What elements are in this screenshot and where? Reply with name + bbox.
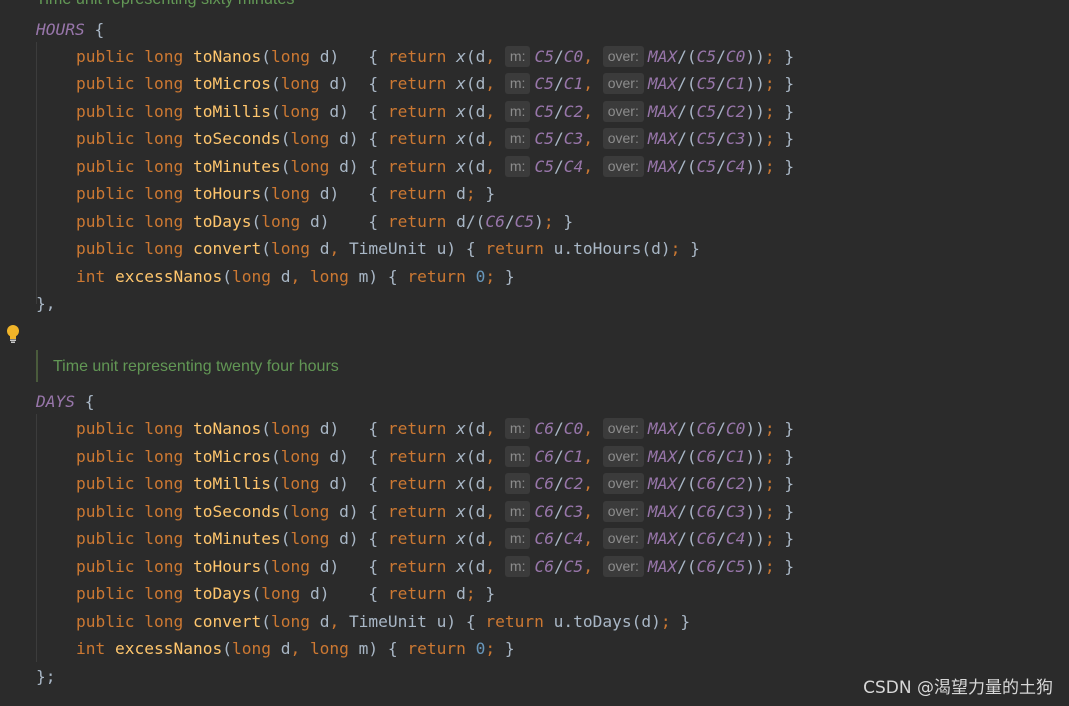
code-line: public long toNanos(long d) { return x(d… <box>76 46 795 67</box>
method-name: toNanos <box>192 419 262 438</box>
param-hint-m: m: <box>504 528 531 549</box>
enum-constant-hours: HOURS <box>36 20 85 39</box>
code-line: public long toHours(long d) { return d; … <box>76 184 496 203</box>
method-name: toMicros <box>192 447 271 466</box>
param-hint-m: m: <box>504 156 531 177</box>
param-hint-over: over: <box>602 73 644 94</box>
method-name: toDays <box>192 212 252 231</box>
watermark: CSDN @渴望力量的土狗 <box>863 678 1053 698</box>
param-hint-m: m: <box>504 46 531 67</box>
code-line: public long toNanos(long d) { return x(d… <box>76 418 795 439</box>
code-line: public long toSeconds(long d) { return x… <box>76 501 795 522</box>
param-hint-over: over: <box>602 446 644 467</box>
code-line: }, <box>36 294 56 313</box>
param-hint-m: m: <box>504 128 531 149</box>
code-line: int excessNanos(long d, long m) { return… <box>76 267 515 286</box>
doc-comment-bar <box>36 350 38 382</box>
code-line: public long toDays(long d) { return d/(C… <box>76 212 574 231</box>
code-line: public long toMillis(long d) { return x(… <box>76 473 795 494</box>
code-line: int excessNanos(long d, long m) { return… <box>76 639 515 658</box>
method-name: toHours <box>192 557 262 576</box>
code-line: public long toMinutes(long d) { return x… <box>76 528 795 549</box>
param-hint-m: m: <box>504 73 531 94</box>
param-hint-m: m: <box>504 446 531 467</box>
method-name: toHours <box>192 184 262 203</box>
method-name: toMicros <box>192 74 271 93</box>
param-hint-over: over: <box>602 528 644 549</box>
code-line: public long toMicros(long d) { return x(… <box>76 446 795 467</box>
method-name: excessNanos <box>115 639 223 658</box>
param-hint-over: over: <box>602 418 644 439</box>
code-line: public long toSeconds(long d) { return x… <box>76 128 795 149</box>
param-hint-over: over: <box>602 156 644 177</box>
enum-constant-days: DAYS <box>36 392 75 411</box>
lightbulb-intention-icon[interactable] <box>5 324 21 344</box>
code-line: public long toMillis(long d) { return x(… <box>76 101 795 122</box>
param-hint-over: over: <box>602 128 644 149</box>
param-hint-over: over: <box>602 501 644 522</box>
code-line: HOURS { <box>36 20 105 39</box>
method-name: toSeconds <box>192 129 281 148</box>
code-line: public long convert(long d, TimeUnit u) … <box>76 612 691 631</box>
param-hint-m: m: <box>504 473 531 494</box>
code-editor[interactable]: Time unit representing sixty minutes HOU… <box>0 0 1069 706</box>
code-line: }; <box>36 667 56 686</box>
method-name: convert <box>192 612 262 631</box>
code-line: Time unit representing sixty minutes <box>36 0 295 13</box>
code-line: public long toDays(long d) { return d; } <box>76 584 496 603</box>
param-hint-over: over: <box>602 556 644 577</box>
code-line: public long convert(long d, TimeUnit u) … <box>76 239 700 258</box>
method-name: toSeconds <box>192 502 281 521</box>
code-line: public long toMicros(long d) { return x(… <box>76 73 795 94</box>
param-hint-over: over: <box>602 46 644 67</box>
indent-guide <box>36 42 37 304</box>
truncated-doc-text: Time unit representing sixty minutes <box>36 0 295 8</box>
method-name: toMillis <box>192 102 271 121</box>
doc-comment: Time unit representing twenty four hours <box>53 358 339 375</box>
method-name: toNanos <box>192 47 262 66</box>
code-line: public long toHours(long d) { return x(d… <box>76 556 795 577</box>
param-hint-over: over: <box>602 101 644 122</box>
method-name: convert <box>192 239 262 258</box>
code-line: public long toMinutes(long d) { return x… <box>76 156 795 177</box>
method-name: toMinutes <box>192 157 281 176</box>
method-name: toMillis <box>192 474 271 493</box>
param-hint-m: m: <box>504 101 531 122</box>
method-name: toMinutes <box>192 529 281 548</box>
method-name: toDays <box>192 584 252 603</box>
param-hint-m: m: <box>504 418 531 439</box>
method-name: excessNanos <box>115 267 223 286</box>
code-line: DAYS { <box>36 392 95 411</box>
indent-guide <box>36 414 37 662</box>
param-hint-m: m: <box>504 556 531 577</box>
param-hint-over: over: <box>602 473 644 494</box>
param-hint-m: m: <box>504 501 531 522</box>
